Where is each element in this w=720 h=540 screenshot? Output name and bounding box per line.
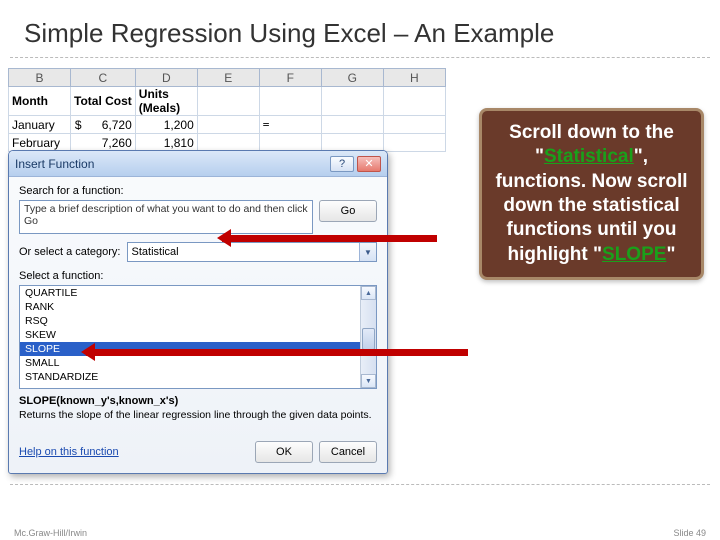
category-select[interactable]: Statistical ▼ [127, 242, 378, 262]
table-row: January $ 6,720 1,200 = [9, 116, 446, 134]
help-link[interactable]: Help on this function [19, 446, 119, 458]
function-description: Returns the slope of the linear regressi… [19, 409, 377, 421]
category-label: Or select a category: [19, 246, 121, 258]
col-header-row: B C D E F G H [9, 69, 446, 87]
col-H[interactable]: H [383, 69, 445, 87]
search-input[interactable]: Type a brief description of what you wan… [19, 200, 313, 234]
cell-month[interactable]: January [9, 116, 71, 134]
cancel-button[interactable]: Cancel [319, 441, 377, 463]
arrow-to-slope [86, 349, 468, 356]
go-button[interactable]: Go [319, 200, 377, 222]
col-D[interactable]: D [135, 69, 197, 87]
list-item[interactable]: RSQ [20, 314, 376, 328]
col-G[interactable]: G [321, 69, 383, 87]
table-row: February 7,260 1,810 [9, 134, 446, 152]
col-F[interactable]: F [259, 69, 321, 87]
ok-button[interactable]: OK [255, 441, 313, 463]
footer-left: Mc.Graw-Hill/Irwin [14, 528, 87, 538]
help-button[interactable]: ? [330, 156, 354, 172]
cell-units[interactable]: 1,810 [135, 134, 197, 152]
scroll-thumb[interactable] [362, 328, 375, 350]
col-E[interactable]: E [197, 69, 259, 87]
listbox-scrollbar[interactable]: ▲ ▼ [360, 286, 376, 388]
dialog-title: Insert Function [15, 157, 327, 171]
category-value: Statistical [132, 246, 179, 258]
list-item[interactable]: SKEW [20, 328, 376, 342]
cell-units[interactable]: 1,200 [135, 116, 197, 134]
callout-statistical: Statistical [544, 146, 634, 167]
col-B[interactable]: B [9, 69, 71, 87]
callout-slope: SLOPE [602, 244, 666, 265]
function-listbox[interactable]: QUARTILE RANK RSQ SKEW SLOPE SMALL STAND… [19, 285, 377, 389]
dialog-titlebar[interactable]: Insert Function ? ✕ [9, 151, 387, 177]
cell-month[interactable]: February [9, 134, 71, 152]
scroll-down-icon[interactable]: ▼ [361, 374, 376, 388]
select-function-label: Select a function: [19, 270, 377, 282]
scroll-up-icon[interactable]: ▲ [361, 286, 376, 300]
hdr-units[interactable]: Units (Meals) [135, 87, 197, 116]
slide-title: Simple Regression Using Excel – An Examp… [0, 0, 720, 57]
list-item[interactable]: QUARTILE [20, 286, 376, 300]
chevron-down-icon: ▼ [359, 243, 376, 261]
cell-cost[interactable]: 6,720 [85, 116, 136, 134]
arrow-to-category [222, 235, 437, 242]
instruction-callout: Scroll down to the "Statistical", functi… [479, 108, 704, 280]
function-signature: SLOPE(known_y's,known_x's) [19, 395, 377, 407]
formula-cell[interactable]: = [259, 116, 321, 134]
hdr-month[interactable]: Month [9, 87, 71, 116]
cell-cost[interactable]: 7,260 [85, 134, 136, 152]
list-item[interactable]: RANK [20, 300, 376, 314]
close-button[interactable]: ✕ [357, 156, 381, 172]
hdr-cost[interactable]: Total Cost [71, 87, 136, 116]
slide-footer: Mc.Graw-Hill/Irwin Slide 49 [14, 528, 706, 538]
col-C[interactable]: C [71, 69, 136, 87]
search-label: Search for a function: [19, 185, 377, 197]
content-area: B C D E F G H Month Total Cost Units (Me… [0, 58, 720, 498]
footer-right: Slide 49 [673, 528, 706, 538]
insert-function-dialog: Insert Function ? ✕ Search for a functio… [8, 150, 388, 474]
excel-snippet: B C D E F G H Month Total Cost Units (Me… [8, 68, 448, 152]
header-row: Month Total Cost Units (Meals) [9, 87, 446, 116]
list-item[interactable]: STANDARDIZE [20, 370, 376, 384]
